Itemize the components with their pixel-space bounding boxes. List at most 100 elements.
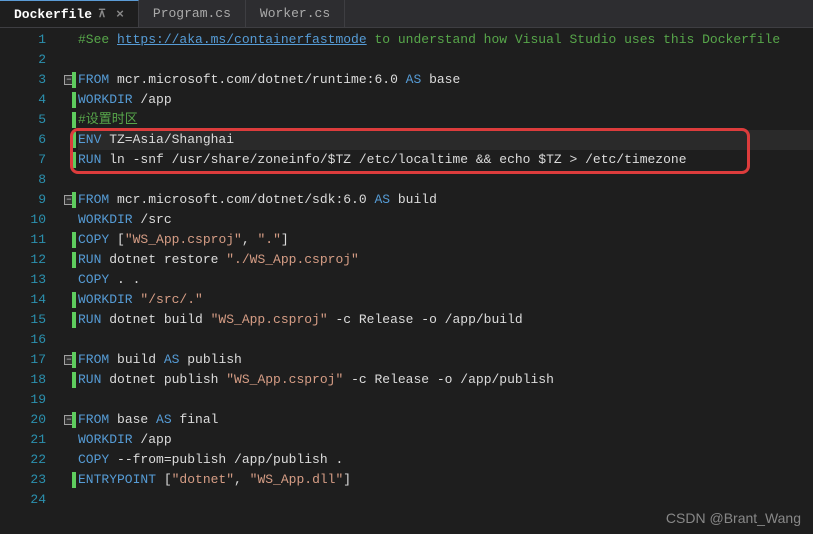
code-token: dotnet build — [101, 312, 210, 327]
line-number: 11 — [0, 230, 46, 250]
tab-label: Worker.cs — [260, 6, 330, 21]
line-number: 21 — [0, 430, 46, 450]
code-token: . . — [109, 272, 140, 287]
code-line[interactable]: WORKDIR /app — [78, 430, 813, 450]
line-number: 13 — [0, 270, 46, 290]
change-marker — [72, 472, 76, 488]
fold-cell — [60, 30, 78, 50]
code-line[interactable]: RUN dotnet build "WS_App.csproj" -c Rele… — [78, 310, 813, 330]
code-token: "/src/." — [140, 292, 202, 307]
tab-worker[interactable]: Worker.cs — [246, 0, 345, 27]
code-line[interactable]: ENTRYPOINT ["dotnet", "WS_App.dll"] — [78, 470, 813, 490]
code-line[interactable] — [78, 390, 813, 410]
code-token: AS — [164, 352, 180, 367]
code-token: COPY — [78, 232, 109, 247]
code-token: WORKDIR — [78, 212, 133, 227]
code-token: mcr.microsoft.com/dotnet/runtime:6.0 — [109, 72, 405, 87]
code-token: RUN — [78, 152, 101, 167]
code-token: ENTRYPOINT — [78, 472, 156, 487]
code-line[interactable] — [78, 170, 813, 190]
code-line[interactable]: ENV TZ=Asia/Shanghai — [78, 130, 813, 150]
code-token: dotnet publish — [101, 372, 226, 387]
code-token: COPY — [78, 272, 109, 287]
fold-cell — [60, 430, 78, 450]
code-token: "./WS_App.csproj" — [226, 252, 359, 267]
editor: 123456789101112131415161718192021222324 … — [0, 28, 813, 534]
code-token: AS — [406, 72, 422, 87]
tab-label: Dockerfile — [14, 7, 92, 22]
change-marker — [72, 132, 76, 148]
code-line[interactable]: COPY . . — [78, 270, 813, 290]
change-marker — [72, 372, 76, 388]
change-marker — [72, 292, 76, 308]
line-number: 16 — [0, 330, 46, 350]
fold-cell — [60, 270, 78, 290]
line-number: 4 — [0, 90, 46, 110]
watermark: CSDN @Brant_Wang — [666, 510, 801, 526]
code-token: ] — [281, 232, 289, 247]
code-line[interactable] — [78, 50, 813, 70]
fold-cell — [60, 390, 78, 410]
fold-cell — [60, 170, 78, 190]
code-token: final — [172, 412, 219, 427]
line-number: 3 — [0, 70, 46, 90]
code-token: FROM — [78, 192, 109, 207]
code-line[interactable]: #See https://aka.ms/containerfastmode to… — [78, 30, 813, 50]
pin-icon[interactable]: ⊼ — [98, 7, 106, 21]
change-marker — [72, 192, 76, 208]
code-token: "WS_App.csproj" — [125, 232, 242, 247]
line-number: 22 — [0, 450, 46, 470]
code-token: -c Release -o /app/publish — [343, 372, 554, 387]
close-icon[interactable]: × — [116, 7, 124, 22]
code-token: WORKDIR — [78, 292, 133, 307]
code-token: build — [390, 192, 437, 207]
code-line[interactable]: COPY ["WS_App.csproj", "."] — [78, 230, 813, 250]
line-number: 12 — [0, 250, 46, 270]
code-line[interactable]: RUN dotnet publish "WS_App.csproj" -c Re… — [78, 370, 813, 390]
code-token: WORKDIR — [78, 432, 133, 447]
fold-cell — [60, 450, 78, 470]
code-line[interactable]: RUN ln -snf /usr/share/zoneinfo/$TZ /etc… — [78, 150, 813, 170]
code-token: "." — [257, 232, 280, 247]
tab-bar: Dockerfile ⊼ × Program.cs Worker.cs — [0, 0, 813, 28]
code-line[interactable]: FROM build AS publish — [78, 350, 813, 370]
line-number: 10 — [0, 210, 46, 230]
change-marker — [72, 72, 76, 88]
code-line[interactable] — [78, 330, 813, 350]
code-token: publish — [179, 352, 241, 367]
code-token: /app — [133, 432, 172, 447]
change-marker — [72, 352, 76, 368]
code-token: #See — [78, 32, 117, 47]
code-token: ln -snf /usr/share/zoneinfo/$TZ /etc/loc… — [101, 152, 686, 167]
code-line[interactable]: #设置时区 — [78, 110, 813, 130]
line-number-gutter: 123456789101112131415161718192021222324 — [0, 28, 60, 534]
code-line[interactable]: FROM mcr.microsoft.com/dotnet/sdk:6.0 AS… — [78, 190, 813, 210]
code-token: AS — [374, 192, 390, 207]
line-number: 9 — [0, 190, 46, 210]
line-number: 8 — [0, 170, 46, 190]
line-number: 20 — [0, 410, 46, 430]
code-token: TZ=Asia/Shanghai — [101, 132, 234, 147]
line-number: 18 — [0, 370, 46, 390]
code-line[interactable]: COPY --from=publish /app/publish . — [78, 450, 813, 470]
code-line[interactable]: WORKDIR "/src/." — [78, 290, 813, 310]
tab-dockerfile[interactable]: Dockerfile ⊼ × — [0, 0, 139, 27]
code-line[interactable]: FROM mcr.microsoft.com/dotnet/runtime:6.… — [78, 70, 813, 90]
code-line[interactable] — [78, 490, 813, 510]
tab-program[interactable]: Program.cs — [139, 0, 246, 27]
code-area[interactable]: #See https://aka.ms/containerfastmode to… — [78, 28, 813, 534]
code-line[interactable]: RUN dotnet restore "./WS_App.csproj" — [78, 250, 813, 270]
fold-cell — [60, 490, 78, 510]
code-token: to understand how Visual Studio uses thi… — [367, 32, 780, 47]
code-token: base — [421, 72, 460, 87]
code-token: RUN — [78, 372, 101, 387]
code-line[interactable]: WORKDIR /src — [78, 210, 813, 230]
code-line[interactable]: FROM base AS final — [78, 410, 813, 430]
code-token: #设置时区 — [78, 112, 138, 127]
line-number: 17 — [0, 350, 46, 370]
line-number: 15 — [0, 310, 46, 330]
code-token: RUN — [78, 252, 101, 267]
code-token: https://aka.ms/containerfastmode — [117, 32, 367, 47]
fold-cell — [60, 210, 78, 230]
code-line[interactable]: WORKDIR /app — [78, 90, 813, 110]
